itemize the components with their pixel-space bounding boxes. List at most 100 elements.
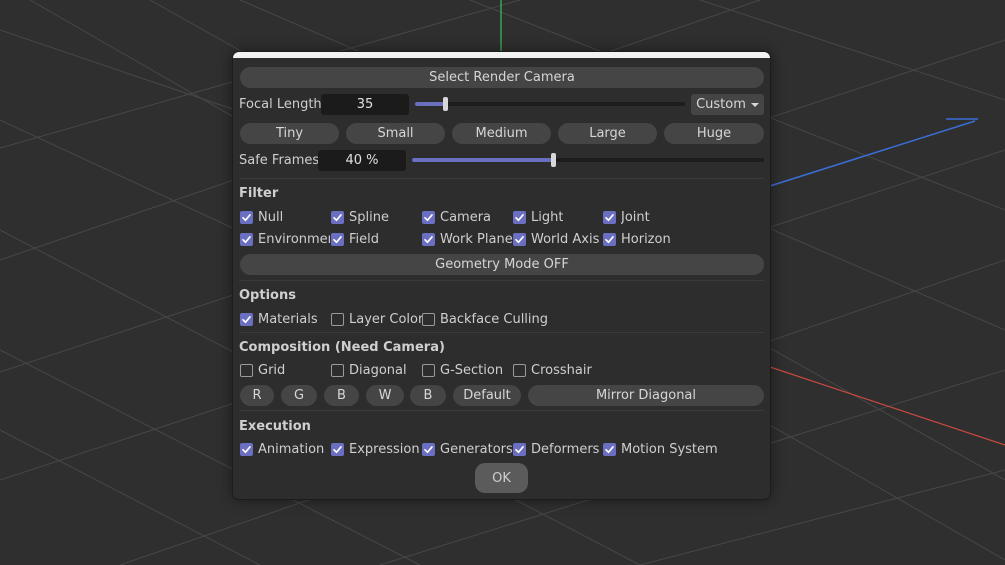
joint-checkbox[interactable]: Joint (603, 208, 650, 226)
focal-length-label: Focal Length (239, 97, 322, 112)
checkbox-checked-icon[interactable] (513, 210, 526, 224)
checkbox-checked-icon[interactable] (422, 442, 435, 456)
checkbox-checked-icon[interactable] (240, 210, 253, 224)
animation-checkbox[interactable]: Animation (240, 440, 324, 458)
focal-length-preset-dropdown[interactable]: Custom (691, 94, 764, 115)
preset-large-button[interactable]: Large (558, 123, 657, 144)
generators-checkbox[interactable]: Generators (422, 440, 513, 458)
crosshair-checkbox[interactable]: Crosshair (513, 361, 592, 379)
ok-button[interactable]: OK (475, 463, 528, 493)
checkbox-label: Field (349, 231, 380, 247)
checkbox-label: Spline (349, 209, 389, 225)
mirror-diagonal-button[interactable]: Mirror Diagonal (528, 385, 764, 406)
checkbox-label: Expression (349, 441, 420, 457)
checkbox-checked-icon[interactable] (240, 312, 253, 326)
preset-medium-button[interactable]: Medium (452, 123, 551, 144)
checkbox-checked-icon[interactable] (603, 210, 616, 224)
checkbox-label: Environment (258, 231, 330, 247)
focal-length-slider-handle[interactable] (443, 97, 448, 111)
world-axis-checkbox[interactable]: World Axis (513, 230, 599, 248)
safe-frames-field[interactable]: 40 % (318, 150, 406, 171)
checkbox-checked-icon[interactable] (240, 442, 253, 456)
options-section-title: Options (239, 288, 296, 303)
checkbox-unchecked-icon[interactable] (331, 363, 344, 377)
checkbox-label: Motion System (621, 441, 718, 457)
diagonal-checkbox[interactable]: Diagonal (331, 361, 407, 379)
checkbox-unchecked-icon[interactable] (513, 363, 526, 377)
backface-culling-checkbox[interactable]: Backface Culling (422, 310, 548, 328)
select-render-camera-dialog: Select Render Camera Focal Length 35 Cus… (232, 51, 771, 500)
checkbox-label: Layer Color (349, 311, 424, 327)
geometry-mode-button[interactable]: Geometry Mode OFF (240, 254, 764, 275)
checkbox-checked-icon[interactable] (422, 210, 435, 224)
checkbox-label: Animation (258, 441, 325, 457)
checkbox-unchecked-icon[interactable] (240, 363, 253, 377)
layer-color-checkbox[interactable]: Layer Color (331, 310, 423, 328)
checkbox-unchecked-icon[interactable] (422, 363, 435, 377)
checkbox-checked-icon[interactable] (240, 232, 253, 246)
null-checkbox[interactable]: Null (240, 208, 283, 226)
checkbox-checked-icon[interactable] (331, 442, 344, 456)
checkbox-label: Crosshair (531, 362, 592, 378)
safe-frames-slider-fill (412, 158, 553, 162)
separator (239, 280, 764, 281)
checkbox-label: Backface Culling (440, 311, 549, 327)
checkbox-label: Deformers (531, 441, 600, 457)
checkbox-label: Camera (440, 209, 492, 225)
composition-b2-button[interactable]: B (410, 385, 446, 406)
horizon-checkbox[interactable]: Horizon (603, 230, 671, 248)
checkbox-label: Grid (258, 362, 286, 378)
checkbox-checked-icon[interactable] (603, 232, 616, 246)
checkbox-label: World Axis (531, 231, 600, 247)
filter-section-title: Filter (239, 186, 279, 201)
checkbox-checked-icon[interactable] (603, 442, 616, 456)
composition-section-title: Composition (Need Camera) (239, 340, 445, 355)
light-checkbox[interactable]: Light (513, 208, 563, 226)
grid-line (0, 429, 261, 565)
z-axis-line (769, 120, 976, 187)
checkbox-label: Work Plane (440, 231, 513, 247)
separator (239, 410, 764, 411)
composition-b-button[interactable]: B (324, 385, 359, 406)
deformers-checkbox[interactable]: Deformers (513, 440, 599, 458)
g-section-checkbox[interactable]: G-Section (422, 361, 503, 379)
safe-frames-slider[interactable] (412, 153, 764, 167)
motion-system-checkbox[interactable]: Motion System (603, 440, 718, 458)
checkbox-label: Null (258, 209, 284, 225)
chevron-down-icon (750, 102, 759, 107)
environment-checkbox[interactable]: Environment (240, 230, 330, 248)
separator (239, 178, 764, 179)
checkbox-checked-icon[interactable] (513, 232, 526, 246)
preset-dropdown-label: Custom (696, 97, 746, 112)
checkbox-checked-icon[interactable] (422, 232, 435, 246)
preset-huge-button[interactable]: Huge (664, 123, 764, 144)
dialog-top-bar (233, 52, 770, 58)
expression-checkbox[interactable]: Expression (331, 440, 420, 458)
checkbox-label: G-Section (440, 362, 504, 378)
select-render-camera-button[interactable]: Select Render Camera (240, 67, 764, 88)
focal-length-slider-fill (415, 102, 445, 106)
focal-length-slider[interactable] (415, 97, 685, 111)
preset-tiny-button[interactable]: Tiny (240, 123, 339, 144)
composition-g-button[interactable]: G (281, 385, 317, 406)
focal-length-field[interactable]: 35 (321, 94, 409, 115)
checkbox-checked-icon[interactable] (331, 210, 344, 224)
composition-w-button[interactable]: W (366, 385, 404, 406)
composition-r-button[interactable]: R (240, 385, 274, 406)
camera-checkbox[interactable]: Camera (422, 208, 491, 226)
checkbox-label: Generators (440, 441, 513, 457)
spline-checkbox[interactable]: Spline (331, 208, 389, 226)
checkbox-checked-icon[interactable] (331, 232, 344, 246)
execution-section-title: Execution (239, 419, 311, 434)
composition-default-button[interactable]: Default (453, 385, 521, 406)
checkbox-unchecked-icon[interactable] (331, 312, 344, 326)
checkbox-unchecked-icon[interactable] (422, 312, 435, 326)
safe-frames-slider-handle[interactable] (551, 153, 556, 167)
checkbox-checked-icon[interactable] (513, 442, 526, 456)
field-checkbox[interactable]: Field (331, 230, 379, 248)
checkbox-label: Light (531, 209, 564, 225)
work-plane-checkbox[interactable]: Work Plane (422, 230, 513, 248)
materials-checkbox[interactable]: Materials (240, 310, 318, 328)
preset-small-button[interactable]: Small (346, 123, 445, 144)
grid-checkbox[interactable]: Grid (240, 361, 285, 379)
